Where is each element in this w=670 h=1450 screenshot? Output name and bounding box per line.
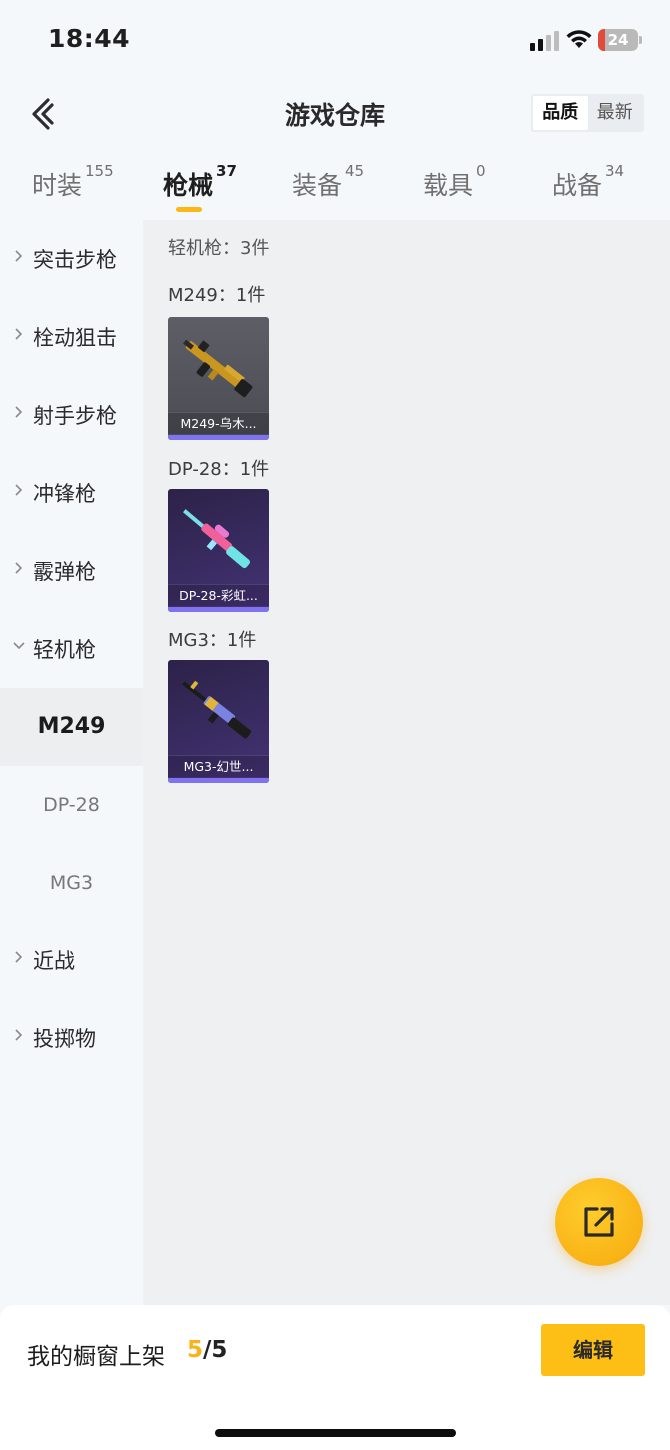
sidebar-subitem-dp28[interactable]: DP-28 bbox=[0, 766, 143, 844]
weapon-card-name: DP-28-彩虹... bbox=[168, 584, 269, 606]
weapon-card-m249[interactable]: M249-乌木... bbox=[168, 317, 269, 440]
tab-count: 45 bbox=[345, 162, 365, 180]
mg3-weapon-image bbox=[182, 680, 252, 739]
group-title: 轻机枪：3件 bbox=[168, 238, 270, 259]
sidebar-subitem-m249[interactable]: M249 bbox=[0, 688, 143, 766]
cellular-signal-icon bbox=[530, 31, 559, 51]
subgroup-title-dp28: DP-28：1件 bbox=[168, 459, 270, 480]
weapon-card-name: MG3-幻世... bbox=[168, 755, 269, 777]
sidebar-item-smg[interactable]: 冲锋枪 bbox=[0, 454, 143, 532]
tab-battle-gear[interactable]: 战备 34 bbox=[552, 162, 624, 202]
status-time: 18:44 bbox=[48, 24, 131, 53]
tab-fashion[interactable]: 时装 155 bbox=[32, 162, 114, 202]
tab-equipment[interactable]: 装备 45 bbox=[292, 162, 364, 202]
subgroup-title-mg3: MG3：1件 bbox=[168, 630, 257, 651]
tab-vehicles[interactable]: 载具 0 bbox=[423, 162, 486, 202]
chevron-right-icon bbox=[15, 951, 23, 963]
battery-icon: 24 bbox=[598, 29, 642, 51]
tab-count: 155 bbox=[85, 162, 114, 180]
active-tab-indicator bbox=[176, 207, 202, 212]
showcase-shelved: 5 bbox=[187, 1337, 204, 1363]
tab-count: 37 bbox=[216, 162, 237, 180]
edit-button[interactable]: 编辑 bbox=[541, 1324, 645, 1376]
sort-by-latest[interactable]: 最新 bbox=[588, 96, 643, 130]
showcase-label: 我的橱窗上架 bbox=[27, 1344, 165, 1370]
battery-level: 24 bbox=[607, 31, 629, 49]
sidebar-item-assault-rifle[interactable]: 突击步枪 bbox=[0, 220, 143, 298]
weapon-card-dp28[interactable]: DP-28-彩虹... bbox=[168, 489, 269, 612]
chevron-right-icon bbox=[15, 484, 23, 496]
sidebar-item-marksman-rifle[interactable]: 射手步枪 bbox=[0, 376, 143, 454]
tab-count: 34 bbox=[605, 162, 625, 180]
showcase-count: 5/5 bbox=[187, 1337, 228, 1363]
sort-by-quality[interactable]: 品质 bbox=[533, 96, 588, 130]
sort-toggle: 品质 最新 bbox=[531, 94, 644, 132]
share-fab-button[interactable] bbox=[555, 1178, 643, 1266]
weapon-list: 轻机枪：3件 M249：1件 M249-乌木... DP-28：1件 DP-28… bbox=[143, 220, 670, 1305]
sidebar-item-shotgun[interactable]: 霰弹枪 bbox=[0, 532, 143, 610]
chevron-right-icon bbox=[15, 328, 23, 340]
rarity-bar bbox=[168, 435, 269, 440]
chevron-down-icon bbox=[13, 642, 25, 650]
status-bar: 18:44 24 bbox=[0, 0, 670, 80]
rarity-bar bbox=[168, 778, 269, 783]
chevron-right-icon bbox=[15, 562, 23, 574]
showcase-capacity: 5 bbox=[211, 1337, 228, 1363]
header: 游戏仓库 品质 最新 bbox=[0, 80, 670, 148]
tab-count: 0 bbox=[476, 162, 486, 180]
weapon-card-name: M249-乌木... bbox=[168, 412, 269, 434]
chevron-right-icon bbox=[15, 250, 23, 262]
sidebar-item-lmg[interactable]: 轻机枪 bbox=[0, 610, 143, 688]
tab-firearms[interactable]: 枪械 37 bbox=[163, 162, 237, 202]
showcase-bar: 我的橱窗上架 5/5 编辑 bbox=[0, 1305, 670, 1450]
subgroup-title-m249: M249：1件 bbox=[168, 285, 266, 306]
category-tabs: 时装 155 枪械 37 装备 45 载具 0 战备 34 bbox=[0, 160, 670, 220]
m249-weapon-image bbox=[183, 339, 253, 398]
chevron-right-icon bbox=[15, 1029, 23, 1041]
weapon-card-mg3[interactable]: MG3-幻世... bbox=[168, 660, 269, 783]
share-external-icon bbox=[584, 1207, 614, 1237]
chevron-right-icon bbox=[15, 406, 23, 418]
sidebar-subitem-mg3[interactable]: MG3 bbox=[0, 844, 143, 922]
sidebar-item-throwables[interactable]: 投掷物 bbox=[0, 999, 143, 1077]
rarity-bar bbox=[168, 607, 269, 612]
weapon-category-sidebar: 突击步枪 栓动狙击 射手步枪 冲锋枪 霰弹枪 轻机枪 M249 DP-28 MG… bbox=[0, 220, 143, 1305]
dp28-weapon-image bbox=[183, 509, 250, 569]
wifi-icon bbox=[566, 30, 592, 48]
sidebar-item-melee[interactable]: 近战 bbox=[0, 921, 143, 999]
home-indicator[interactable] bbox=[215, 1429, 456, 1437]
sidebar-item-bolt-sniper[interactable]: 栓动狙击 bbox=[0, 298, 143, 376]
